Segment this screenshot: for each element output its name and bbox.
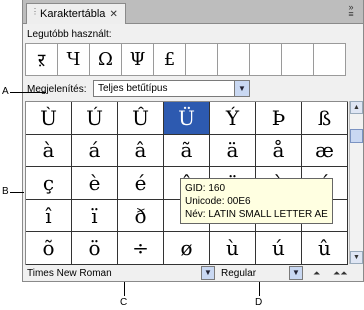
glyph-cell[interactable]: á	[72, 134, 118, 168]
font-style-value: Regular	[221, 268, 257, 279]
panel-titlebar: ⋮ Karaktertábla ✕ » ≡	[23, 0, 363, 24]
glyph-cell[interactable]: Û	[118, 102, 164, 135]
glyph-tooltip: GID: 160 Unicode: 00E6 Név: LATIN SMALL …	[180, 178, 333, 224]
callout-d-line	[259, 282, 260, 296]
glyph-cell[interactable]: ú	[256, 232, 302, 265]
recent-glyph[interactable]	[249, 43, 282, 76]
chevron-down-icon[interactable]: ▼	[289, 266, 303, 280]
glyph-cell[interactable]: î	[26, 199, 72, 233]
scroll-down-icon[interactable]: ▼	[350, 251, 363, 264]
callout-c: C	[120, 297, 128, 308]
callout-a-line	[10, 92, 46, 93]
recent-glyph[interactable]: £	[153, 43, 186, 76]
glyph-cell[interactable]: à	[26, 134, 72, 168]
glyph-cell[interactable]: ä	[210, 134, 256, 168]
font-bar: Times New Roman ▼ Regular ▼ ⏶ ⏶⏶	[23, 265, 363, 282]
glyph-cell[interactable]: â	[118, 134, 164, 168]
chevron-down-icon[interactable]: ▼	[234, 81, 249, 96]
glyph-cell-selected[interactable]: Ü	[164, 102, 210, 135]
recent-glyph[interactable]	[313, 43, 346, 76]
callout-d: D	[255, 297, 263, 308]
tooltip-gid: GID: 160	[185, 183, 226, 194]
glyph-cell[interactable]: Ù	[26, 102, 72, 135]
close-icon[interactable]: ✕	[109, 9, 117, 20]
recent-glyphs: ऱ Ч Ω Ψ £	[25, 43, 346, 76]
recent-glyph[interactable]	[281, 43, 314, 76]
glyph-cell[interactable]: Þ	[256, 102, 302, 135]
glyph-cell[interactable]: ï	[72, 199, 118, 233]
glyph-cell[interactable]: ø	[164, 232, 210, 265]
chevron-down-icon[interactable]: ▼	[201, 266, 215, 280]
recent-glyph[interactable]: ऱ	[25, 43, 58, 76]
glyph-cell[interactable]: é	[118, 167, 164, 200]
zoom-out-icon[interactable]: ⏶	[313, 268, 320, 279]
panel-menu-icon[interactable]: » ≡	[343, 3, 359, 19]
glyph-cell[interactable]: ã	[164, 134, 210, 168]
glyph-cell[interactable]: ù	[210, 232, 256, 265]
glyph-cell[interactable]: ö	[72, 232, 118, 265]
glyph-cell[interactable]: ç	[26, 167, 72, 200]
glyph-cell[interactable]: è	[72, 167, 118, 200]
display-label: Megjelenítés:	[27, 84, 87, 95]
callout-a: A	[2, 86, 9, 97]
zoom-in-icon[interactable]: ⏶⏶	[333, 268, 347, 279]
recent-glyph[interactable]	[185, 43, 218, 76]
glyph-panel: ⋮ Karaktertábla ✕ » ≡ Legutóbb használt: …	[22, 0, 364, 282]
scroll-up-icon[interactable]: ▲	[350, 101, 363, 114]
grip-icon[interactable]: ⋮	[31, 8, 39, 19]
recent-glyph[interactable]	[217, 43, 250, 76]
glyph-cell[interactable]: å	[256, 134, 302, 168]
tooltip-unicode: Unicode: 00E6	[185, 196, 251, 207]
callout-b-line	[10, 192, 24, 193]
glyph-cell[interactable]: æ	[302, 134, 348, 168]
glyph-cell[interactable]: û	[302, 232, 348, 265]
callout-b: B	[2, 186, 9, 197]
glyph-cell[interactable]: ÷	[118, 232, 164, 265]
glyph-cell[interactable]: Ú	[72, 102, 118, 135]
callout-c-line	[124, 282, 125, 296]
panel-tab[interactable]: ⋮ Karaktertábla ✕	[26, 3, 126, 24]
glyph-cell[interactable]: ß	[302, 102, 348, 135]
grid-scrollbar[interactable]: ▲ ▼	[349, 101, 363, 264]
glyph-cell[interactable]: Ý	[210, 102, 256, 135]
panel-title: Karaktertábla	[40, 8, 106, 20]
recent-glyph[interactable]: Ч	[57, 43, 90, 76]
tooltip-name: Név: LATIN SMALL LETTER AE	[185, 209, 328, 220]
recent-glyph[interactable]: Ω	[89, 43, 122, 76]
display-select-value: Teljes betűtípus	[98, 83, 168, 94]
font-family-value: Times New Roman	[27, 268, 112, 279]
display-select[interactable]: Teljes betűtípus ▼	[93, 80, 250, 97]
glyph-cell[interactable]: ð	[118, 199, 164, 233]
recent-glyph[interactable]: Ψ	[121, 43, 154, 76]
glyph-cell[interactable]: õ	[26, 232, 72, 265]
scroll-thumb[interactable]	[350, 129, 363, 143]
recent-label: Legutóbb használt:	[27, 29, 112, 40]
